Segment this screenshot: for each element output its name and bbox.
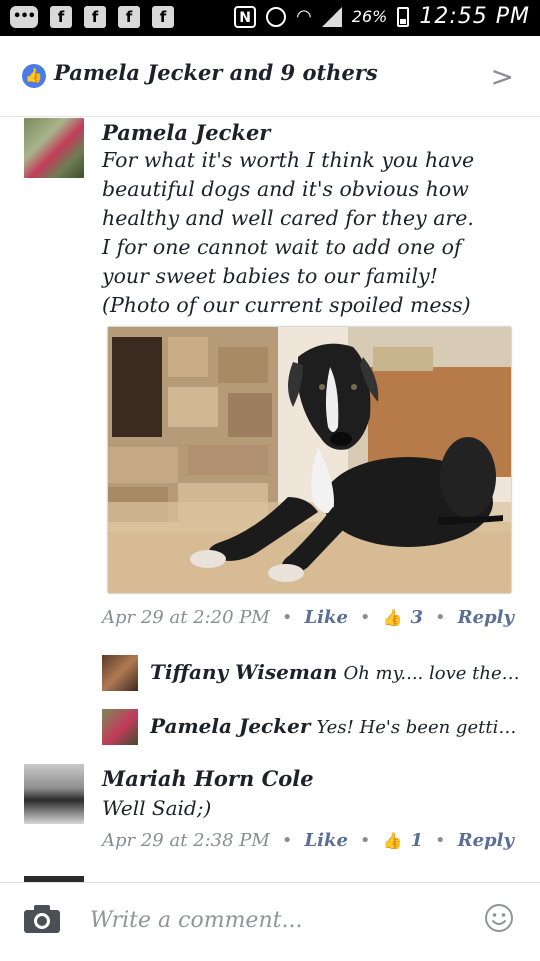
facebook-icon: f <box>84 6 106 28</box>
avatar[interactable] <box>24 118 84 178</box>
signal-icon <box>321 6 342 27</box>
comment-body: For what it's worth I think you have bea… <box>102 146 522 320</box>
facebook-icon: f <box>152 6 174 28</box>
reply-item[interactable]: Pamela Jecker Yes! He's been getting... <box>150 714 522 738</box>
comment-photo[interactable] <box>108 327 511 593</box>
like-button[interactable]: Like <box>304 830 347 851</box>
avatar[interactable] <box>102 709 138 745</box>
comment-line: healthy and well cared for they are. <box>102 206 474 230</box>
comment-meta: Apr 29 at 2:38 PM • Like • 👍 1 • Reply <box>102 830 514 851</box>
comment-line: beautiful dogs and it's obvious how <box>102 177 469 201</box>
like-count[interactable]: 3 <box>410 607 423 628</box>
chevron-right-icon[interactable]: > <box>491 60 514 93</box>
separator: • <box>281 607 293 628</box>
comment-line: I for one cannot wait to add one of <box>102 235 462 259</box>
smiley-icon[interactable] <box>484 903 514 933</box>
facebook-icon: f <box>118 6 140 28</box>
likes-header[interactable]: 👍 Pamela Jecker and 9 others > <box>0 36 540 117</box>
reply-button[interactable]: Reply <box>458 830 514 851</box>
separator: • <box>434 607 446 628</box>
comment-body: Well Said;) <box>102 796 212 820</box>
clock: 12:55 PM <box>419 4 530 29</box>
like-icon: 👍 <box>22 64 46 88</box>
comment-timestamp[interactable]: Apr 29 at 2:20 PM <box>102 607 270 628</box>
battery-icon <box>397 6 410 27</box>
like-button[interactable]: Like <box>304 607 347 628</box>
reply-author[interactable]: Pamela Jecker <box>150 714 310 738</box>
wifi-icon: ◠ <box>296 6 312 27</box>
likes-summary[interactable]: Pamela Jecker and 9 others <box>54 60 378 85</box>
reply-button[interactable]: Reply <box>458 607 514 628</box>
comment-line: For what it's worth I think you have <box>102 148 475 172</box>
status-bar: ••• f f f f N ◠ 26% 12:55 PM <box>0 0 540 36</box>
like-count[interactable]: 1 <box>410 830 423 851</box>
comment-composer <box>0 882 540 961</box>
notification-icons: ••• f f f f <box>10 6 174 28</box>
comment-line: (Photo of our current spoiled mess) <box>102 293 471 317</box>
system-indicators: N ◠ 26% 12:55 PM <box>234 4 530 29</box>
messenger-icon: ••• <box>10 6 38 28</box>
reply-item[interactable]: Tiffany Wiseman Oh my.... love the s... <box>150 660 522 684</box>
reply-text: Yes! He's been getting... <box>316 717 522 738</box>
comment-author[interactable]: Mariah Horn Cole <box>102 766 314 791</box>
comment-timestamp[interactable]: Apr 29 at 2:38 PM <box>102 830 270 851</box>
avatar[interactable] <box>102 655 138 691</box>
comment-input[interactable] <box>88 899 472 941</box>
separator: • <box>434 830 446 851</box>
separator: • <box>281 830 293 851</box>
dog-photo-image <box>108 327 511 593</box>
alarm-icon <box>266 6 287 27</box>
thumbs-up-icon: 👍 <box>382 608 403 627</box>
separator: • <box>359 830 371 851</box>
facebook-icon: f <box>50 6 72 28</box>
battery-percent: 26% <box>351 7 388 26</box>
reply-author[interactable]: Tiffany Wiseman <box>150 660 337 684</box>
reply-text: Oh my.... love the s... <box>343 663 522 684</box>
comment-author[interactable]: Pamela Jecker <box>102 120 270 145</box>
separator: • <box>359 607 371 628</box>
thumbs-up-icon: 👍 <box>382 831 403 850</box>
comment-meta: Apr 29 at 2:20 PM • Like • 👍 3 • Reply <box>102 607 514 628</box>
avatar[interactable] <box>24 764 84 824</box>
comment-line: your sweet babies to our family! <box>102 264 438 288</box>
camera-icon[interactable] <box>23 904 61 934</box>
nfc-icon: N <box>234 5 257 28</box>
